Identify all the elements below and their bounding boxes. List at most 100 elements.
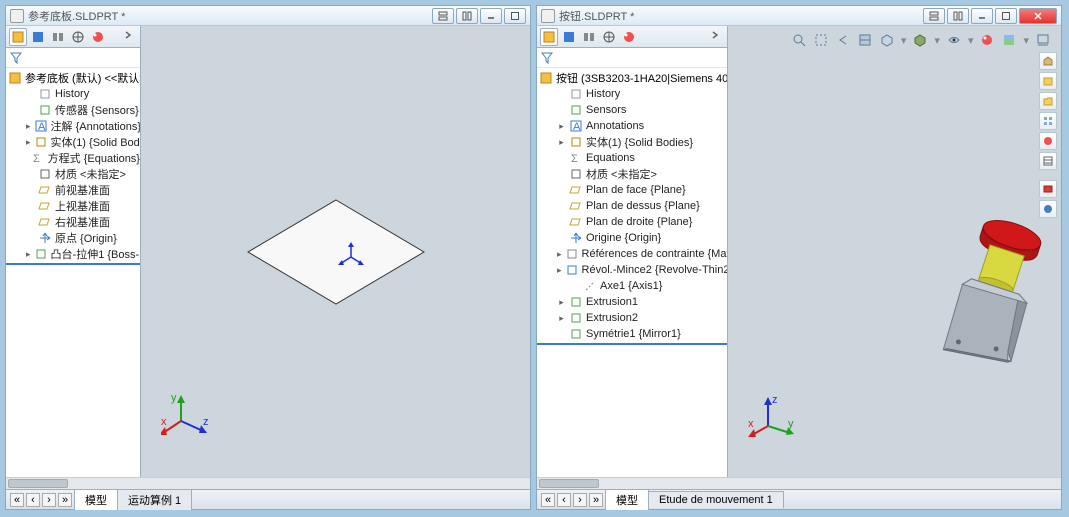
expander-icon[interactable]: ▸ <box>557 122 566 131</box>
tree-item[interactable]: Plan de droite {Plane} <box>537 214 727 230</box>
tree-item[interactable]: ▸实体(1) {Solid Bodies} <box>537 134 727 150</box>
config-manager-tab-icon[interactable] <box>49 28 67 46</box>
display-manager-tab-icon[interactable] <box>89 28 107 46</box>
feature-manager-tab-icon[interactable] <box>540 28 558 46</box>
dimxpert-tab-icon[interactable] <box>69 28 87 46</box>
tree-item[interactable]: Plan de dessus {Plane} <box>537 198 727 214</box>
expander-icon[interactable]: ▸ <box>26 138 31 147</box>
task-pane-view-palette-icon[interactable] <box>1039 112 1057 130</box>
tree-item[interactable]: ▸Extrusion2 <box>537 310 727 326</box>
tree-item[interactable]: ΣEquations <box>537 150 727 166</box>
zoom-fit-icon[interactable] <box>791 32 807 48</box>
tree-item[interactable]: ▸A注解 {Annotations} <box>6 118 140 134</box>
expander-icon[interactable]: ▸ <box>557 250 562 259</box>
view-orientation-icon[interactable] <box>879 32 895 48</box>
tree-item[interactable]: Σ方程式 {Equations} <box>6 150 140 166</box>
tree-item[interactable]: 原点 {Origin} <box>6 230 140 246</box>
tab-nav-next-icon[interactable]: › <box>42 493 56 507</box>
tree-item[interactable]: 材质 <未指定> <box>537 166 727 182</box>
tree-item[interactable]: Symétrie1 {Mirror1} <box>537 326 727 342</box>
graphics-viewport-right[interactable]: ▾ ▾ ▾ ▾ <box>728 26 1061 477</box>
horizontal-scrollbar[interactable] <box>6 477 530 489</box>
tab-nav-prev-icon[interactable]: ‹ <box>26 493 40 507</box>
task-pane-custom-props-icon[interactable] <box>1039 152 1057 170</box>
minimize-button[interactable] <box>971 8 993 24</box>
tree-item[interactable]: 右视基准面 <box>6 214 140 230</box>
tree-item[interactable]: ▸Révol.-Mince2 {Revolve-Thin2} <box>537 262 727 278</box>
tile-horiz-button[interactable] <box>923 8 945 24</box>
property-manager-tab-icon[interactable] <box>560 28 578 46</box>
dimxpert-tab-icon[interactable] <box>600 28 618 46</box>
task-pane-appearances-icon[interactable] <box>1039 132 1057 150</box>
tree-item[interactable]: Axe1 {Axis1} <box>537 278 727 294</box>
expander-icon[interactable]: ▸ <box>557 138 566 147</box>
expander-icon[interactable]: ▸ <box>557 298 566 307</box>
display-manager-tab-icon[interactable] <box>620 28 638 46</box>
tree-item[interactable]: 前视基准面 <box>6 182 140 198</box>
section-view-icon[interactable] <box>857 32 873 48</box>
tree-item[interactable]: ▸Extrusion1 <box>537 294 727 310</box>
tree-rollback-bar[interactable] <box>6 263 140 265</box>
scene-icon[interactable] <box>1001 32 1017 48</box>
tree-item[interactable]: Plan de face {Plane} <box>537 182 727 198</box>
zoom-area-icon[interactable] <box>813 32 829 48</box>
filter-row[interactable] <box>537 48 727 68</box>
tree-item[interactable]: ▸Références de contrainte {MateRefer <box>537 246 727 262</box>
titlebar-left[interactable]: 参考底板.SLDPRT * <box>6 6 530 26</box>
tree-root[interactable]: 参考底板 (默认) <<默认>_显示 <box>6 70 140 86</box>
tree-rollback-bar[interactable] <box>537 343 727 345</box>
tree-item[interactable]: ▸实体(1) {Solid Bodies} <box>6 134 140 150</box>
scrollbar-thumb[interactable] <box>539 479 599 488</box>
tree-item[interactable]: ▸凸台-拉伸1 {Boss-Extrude <box>6 246 140 262</box>
tile-vert-button[interactable] <box>456 8 478 24</box>
tab-nav-last-icon[interactable]: » <box>589 493 603 507</box>
tree-item[interactable]: 上视基准面 <box>6 198 140 214</box>
feature-tree[interactable]: 参考底板 (默认) <<默认>_显示 History传感器 {Sensors}▸… <box>6 68 140 477</box>
tab-nav-prev-icon[interactable]: ‹ <box>557 493 571 507</box>
tab-nav-next-icon[interactable]: › <box>573 493 587 507</box>
maximize-button[interactable] <box>995 8 1017 24</box>
tree-item[interactable]: Sensors <box>537 102 727 118</box>
panel-overflow-icon[interactable] <box>710 30 724 44</box>
view-triad-icon[interactable]: y z x <box>161 391 211 441</box>
tile-vert-button[interactable] <box>947 8 969 24</box>
hide-show-icon[interactable] <box>946 32 962 48</box>
tree-root[interactable]: 按钮 (3SB3203-1HA20|Siemens 40x40x10 <box>537 70 727 86</box>
tree-item[interactable]: History <box>6 86 140 102</box>
minimize-button[interactable] <box>480 8 502 24</box>
task-pane-forum-icon[interactable] <box>1039 180 1057 198</box>
tab-model[interactable]: 模型 <box>74 489 118 510</box>
tab-motion-study[interactable]: Etude de mouvement 1 <box>648 491 784 508</box>
tree-item[interactable]: Origine {Origin} <box>537 230 727 246</box>
titlebar-right[interactable]: 按钮.SLDPRT * <box>537 6 1061 26</box>
property-manager-tab-icon[interactable] <box>29 28 47 46</box>
graphics-viewport-left[interactable]: y z x <box>141 26 530 477</box>
tree-item[interactable]: ▸AAnnotations <box>537 118 727 134</box>
tab-nav-first-icon[interactable]: « <box>10 493 24 507</box>
tree-item[interactable]: History <box>537 86 727 102</box>
task-pane-explorer-icon[interactable] <box>1039 92 1057 110</box>
feature-tree[interactable]: 按钮 (3SB3203-1HA20|Siemens 40x40x10 Histo… <box>537 68 727 477</box>
tab-motion-study[interactable]: 运动算例 1 <box>117 489 192 510</box>
tab-nav-last-icon[interactable]: » <box>58 493 72 507</box>
maximize-button[interactable] <box>504 8 526 24</box>
view-settings-icon[interactable] <box>1035 32 1051 48</box>
task-pane-library-icon[interactable] <box>1039 72 1057 90</box>
config-manager-tab-icon[interactable] <box>580 28 598 46</box>
filter-row[interactable] <box>6 48 140 68</box>
view-triad-icon[interactable]: z y x <box>748 391 798 441</box>
task-pane-cloud-icon[interactable] <box>1039 200 1057 218</box>
tile-horiz-button[interactable] <box>432 8 454 24</box>
expander-icon[interactable]: ▸ <box>557 266 562 275</box>
previous-view-icon[interactable] <box>835 32 851 48</box>
panel-overflow-icon[interactable] <box>123 30 137 44</box>
tab-nav-first-icon[interactable]: « <box>541 493 555 507</box>
expander-icon[interactable]: ▸ <box>26 122 31 131</box>
horizontal-scrollbar[interactable] <box>537 477 1061 489</box>
display-style-icon[interactable] <box>912 32 928 48</box>
expander-icon[interactable]: ▸ <box>557 314 566 323</box>
task-pane-resources-icon[interactable] <box>1039 52 1057 70</box>
expander-icon[interactable]: ▸ <box>26 250 31 259</box>
tree-item[interactable]: 材质 <未指定> <box>6 166 140 182</box>
tab-model[interactable]: 模型 <box>605 489 649 510</box>
